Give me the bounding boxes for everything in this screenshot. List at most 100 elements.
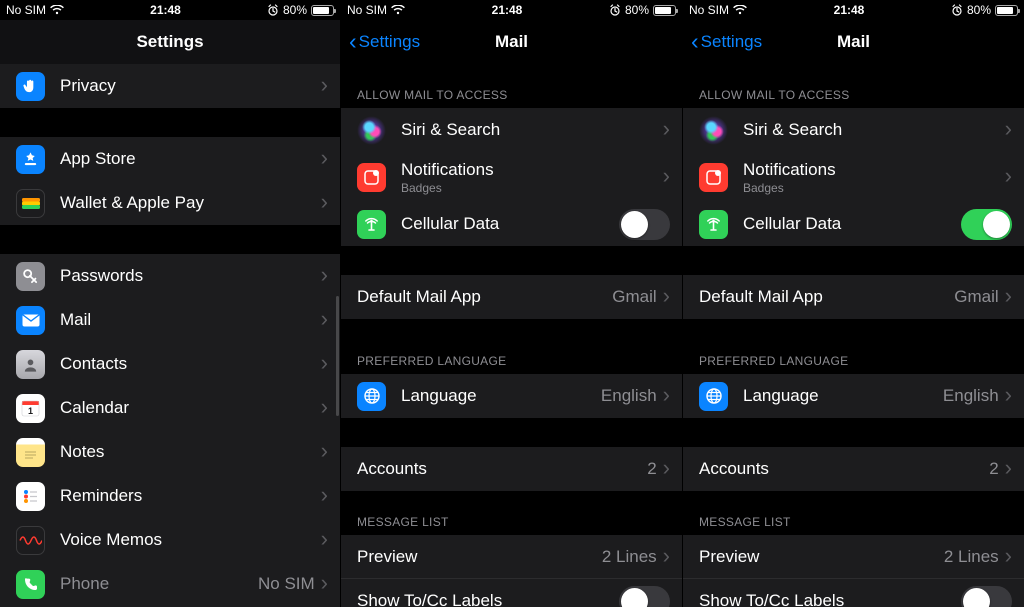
chevron-right-icon: › (321, 74, 328, 96)
row-appstore[interactable]: App Store › (0, 137, 340, 181)
label: Accounts (699, 459, 989, 479)
voicememos-icon (16, 526, 45, 555)
calendar-icon: 1 (16, 394, 45, 423)
row-privacy[interactable]: Privacy › (0, 64, 340, 108)
row-mail[interactable]: Mail › (0, 298, 340, 342)
wifi-icon (50, 5, 64, 15)
chevron-right-icon: › (321, 396, 328, 418)
row-passwords[interactable]: Passwords › (0, 254, 340, 298)
label: Preview (357, 547, 602, 567)
label: Default Mail App (357, 287, 612, 307)
carrier: No SIM (689, 3, 729, 17)
label: Show To/Cc Labels (357, 591, 619, 607)
row-value: 2 Lines (602, 547, 657, 567)
row-siri[interactable]: Siri & Search › (341, 108, 682, 152)
label: Reminders (60, 486, 321, 506)
label: Language (743, 386, 943, 406)
clock: 21:48 (834, 3, 865, 17)
row-preview[interactable]: Preview 2 Lines › (341, 535, 682, 579)
chevron-right-icon: › (1005, 285, 1012, 307)
chevron-right-icon: › (663, 457, 670, 479)
appstore-icon (16, 145, 45, 174)
row-value: Gmail (954, 287, 998, 307)
chevron-right-icon: › (321, 147, 328, 169)
battery-icon (653, 5, 676, 16)
header-access: ALLOW MAIL TO ACCESS (683, 82, 1024, 108)
hand-icon (16, 72, 45, 101)
row-notifications[interactable]: NotificationsBadges › (341, 152, 682, 202)
row-language[interactable]: Language English › (683, 374, 1024, 418)
label: Wallet & Apple Pay (60, 193, 321, 213)
header-msglist: MESSAGE LIST (341, 509, 682, 535)
mail-pane-on: No SIM 21:48 80% ‹Settings Mail ALLOW MA… (683, 0, 1024, 607)
nav-bar: Settings (0, 20, 340, 64)
label: Notifications (743, 160, 1005, 180)
mail-scroll[interactable]: ALLOW MAIL TO ACCESS Siri & Search › Not… (683, 64, 1024, 607)
row-value: 2 (647, 459, 656, 479)
tocc-toggle[interactable] (961, 586, 1012, 607)
chevron-right-icon: › (321, 484, 328, 506)
row-notes[interactable]: Notes › (0, 430, 340, 474)
label: Notes (60, 442, 321, 462)
header-access: ALLOW MAIL TO ACCESS (341, 82, 682, 108)
alarm-icon (951, 4, 963, 16)
status-bar: No SIM 21:48 80% (0, 0, 340, 20)
label: Language (401, 386, 601, 406)
row-accounts[interactable]: Accounts 2 › (683, 447, 1024, 491)
label: Mail (60, 310, 321, 330)
row-calendar[interactable]: 1 Calendar › (0, 386, 340, 430)
cellular-toggle[interactable] (619, 209, 670, 240)
row-default-mail-app[interactable]: Default Mail App Gmail › (683, 275, 1024, 319)
status-bar: No SIM 21:48 80% (683, 0, 1024, 20)
back-button[interactable]: ‹Settings (691, 32, 762, 53)
back-label: Settings (359, 32, 420, 52)
row-language[interactable]: Language English › (341, 374, 682, 418)
row-reminders[interactable]: Reminders › (0, 474, 340, 518)
row-default-mail-app[interactable]: Default Mail App Gmail › (341, 275, 682, 319)
back-button[interactable]: ‹Settings (349, 32, 420, 53)
row-value: No SIM (258, 574, 315, 594)
row-phone[interactable]: Phone No SIM › (0, 562, 340, 606)
row-accounts[interactable]: Accounts 2 › (341, 447, 682, 491)
back-label: Settings (701, 32, 762, 52)
page-title: Mail (837, 32, 870, 52)
wifi-icon (733, 5, 747, 15)
label: Default Mail App (699, 287, 954, 307)
mail-scroll[interactable]: ALLOW MAIL TO ACCESS Siri & Search › Not… (341, 64, 682, 607)
clock: 21:48 (492, 3, 523, 17)
row-preview[interactable]: Preview 2 Lines › (683, 535, 1024, 579)
label: Calendar (60, 398, 321, 418)
globe-icon (699, 382, 728, 411)
row-contacts[interactable]: Contacts › (0, 342, 340, 386)
tocc-toggle[interactable] (619, 586, 670, 607)
row-show-tocc[interactable]: Show To/Cc Labels (683, 579, 1024, 607)
row-wallet[interactable]: Wallet & Apple Pay › (0, 181, 340, 225)
battery-icon (995, 5, 1018, 16)
chevron-right-icon: › (663, 545, 670, 567)
header-msglist: MESSAGE LIST (683, 509, 1024, 535)
carrier: No SIM (347, 3, 387, 17)
row-siri[interactable]: Siri & Search › (683, 108, 1024, 152)
label: Passwords (60, 266, 321, 286)
cellular-toggle[interactable] (961, 209, 1012, 240)
chevron-right-icon: › (321, 440, 328, 462)
antenna-icon (699, 210, 728, 239)
label: Notifications (401, 160, 663, 180)
label: Show To/Cc Labels (699, 591, 961, 607)
row-cellular[interactable]: Cellular Data (341, 202, 682, 246)
label: Voice Memos (60, 530, 321, 550)
settings-scroll[interactable]: Privacy › App Store › Wallet & Apple Pay… (0, 64, 340, 607)
clock: 21:48 (150, 3, 181, 17)
label: Cellular Data (401, 214, 619, 234)
row-show-tocc[interactable]: Show To/Cc Labels (341, 579, 682, 607)
chevron-right-icon: › (1005, 457, 1012, 479)
label: Siri & Search (401, 120, 663, 140)
row-cellular[interactable]: Cellular Data (683, 202, 1024, 246)
header-lang: PREFERRED LANGUAGE (341, 348, 682, 374)
row-voicememos[interactable]: Voice Memos › (0, 518, 340, 562)
sublabel: Badges (743, 181, 1005, 195)
row-value: English (601, 386, 657, 406)
sublabel: Badges (401, 181, 663, 195)
row-value: Gmail (612, 287, 656, 307)
row-notifications[interactable]: NotificationsBadges › (683, 152, 1024, 202)
